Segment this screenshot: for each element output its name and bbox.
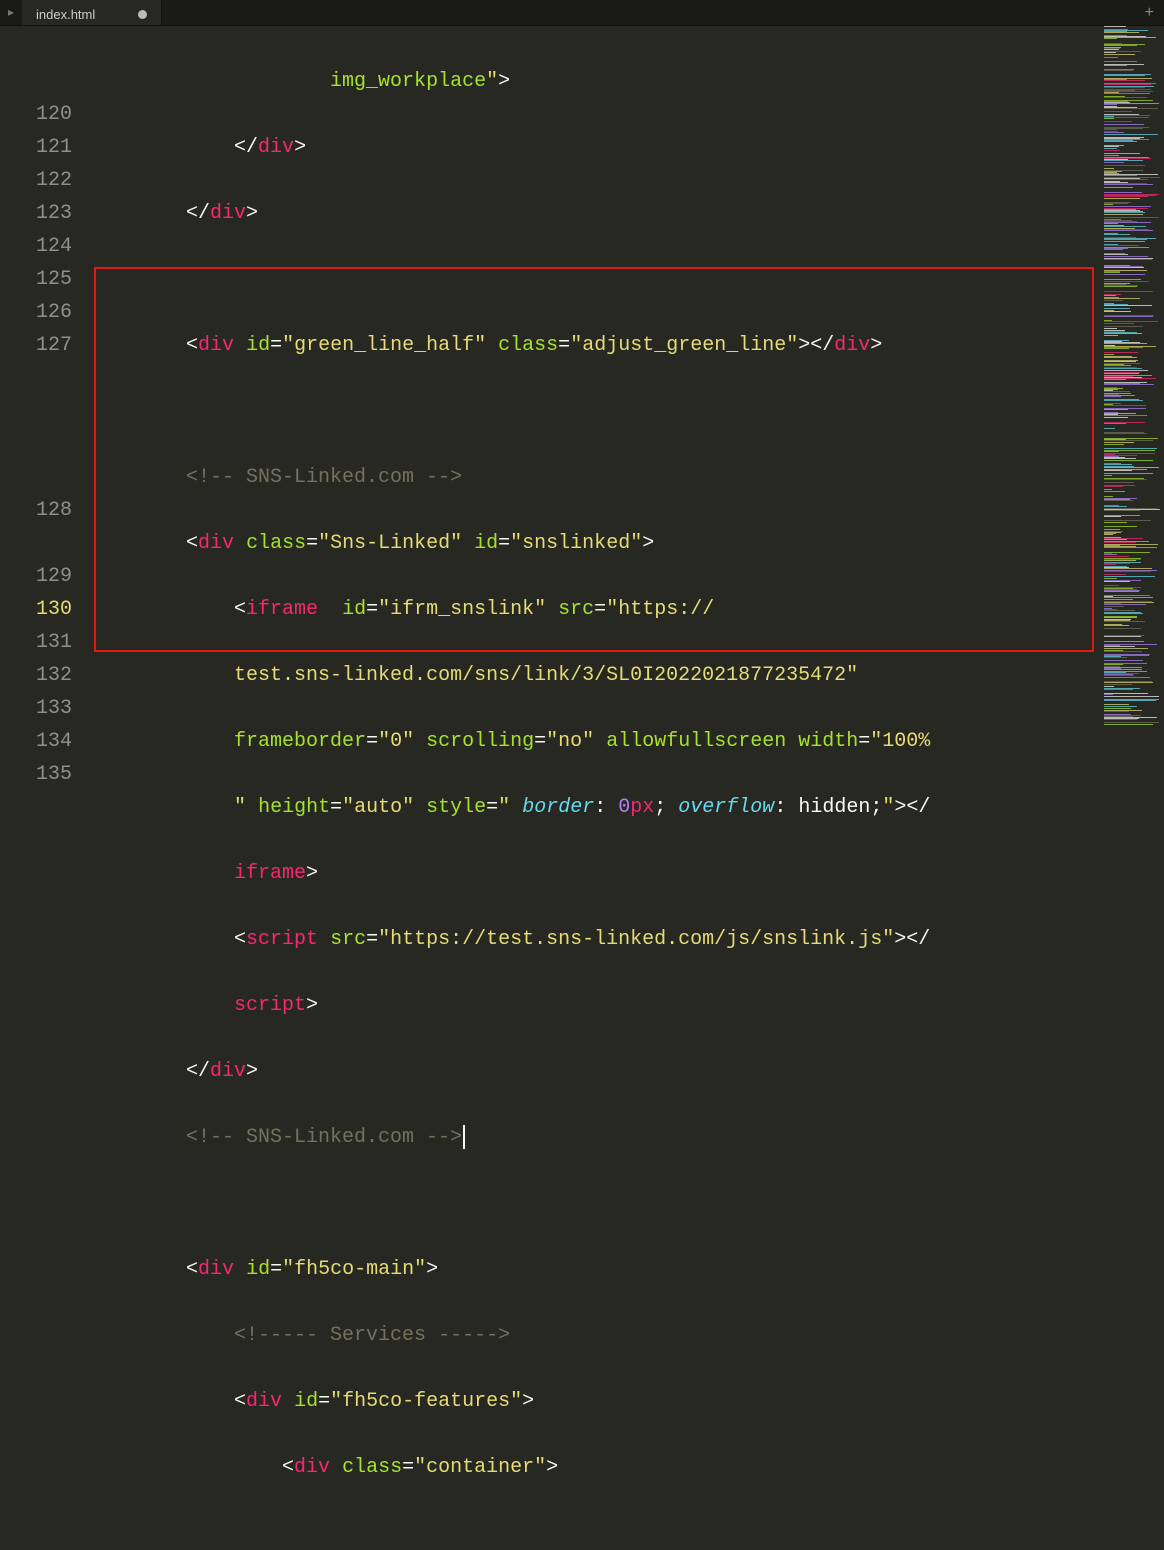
line-number: 122 bbox=[0, 164, 72, 197]
minimap[interactable] bbox=[1102, 26, 1164, 775]
line-number-gutter[interactable]: 120 121 122 123 124 125 126 127 128 129 … bbox=[0, 26, 90, 775]
line-number: 125 bbox=[0, 263, 72, 296]
line-number: 126 bbox=[0, 296, 72, 329]
line-number bbox=[0, 428, 72, 461]
add-tab-button[interactable]: + bbox=[1139, 2, 1160, 24]
line-number-current: 130 bbox=[0, 593, 72, 626]
line-number: 128 bbox=[0, 494, 72, 527]
line-number bbox=[0, 32, 72, 65]
code-editor[interactable]: img_workplace"> </div> </div> <div id="g… bbox=[90, 26, 1098, 775]
line-number bbox=[0, 527, 72, 560]
line-number: 127 bbox=[0, 329, 72, 362]
tab-bar: ▸ index.html + bbox=[0, 0, 1164, 26]
line-number: 131 bbox=[0, 626, 72, 659]
line-number bbox=[0, 461, 72, 494]
tab-filename: index.html bbox=[36, 7, 95, 22]
line-number: 123 bbox=[0, 197, 72, 230]
line-number: 124 bbox=[0, 230, 72, 263]
tab-explorer-icon[interactable]: ▸ bbox=[0, 0, 22, 25]
tab-dirty-indicator bbox=[138, 10, 147, 19]
text-cursor bbox=[463, 1125, 465, 1149]
line-number bbox=[0, 362, 72, 395]
line-number: 120 bbox=[0, 98, 72, 131]
line-number: 134 bbox=[0, 725, 72, 758]
line-number: 129 bbox=[0, 560, 72, 593]
line-number: 133 bbox=[0, 692, 72, 725]
line-number bbox=[0, 395, 72, 428]
line-number: 132 bbox=[0, 659, 72, 692]
line-number: 121 bbox=[0, 131, 72, 164]
editor-area: 120 121 122 123 124 125 126 127 128 129 … bbox=[0, 26, 1164, 775]
line-number bbox=[0, 65, 72, 98]
file-tab-active[interactable]: index.html bbox=[22, 0, 162, 25]
